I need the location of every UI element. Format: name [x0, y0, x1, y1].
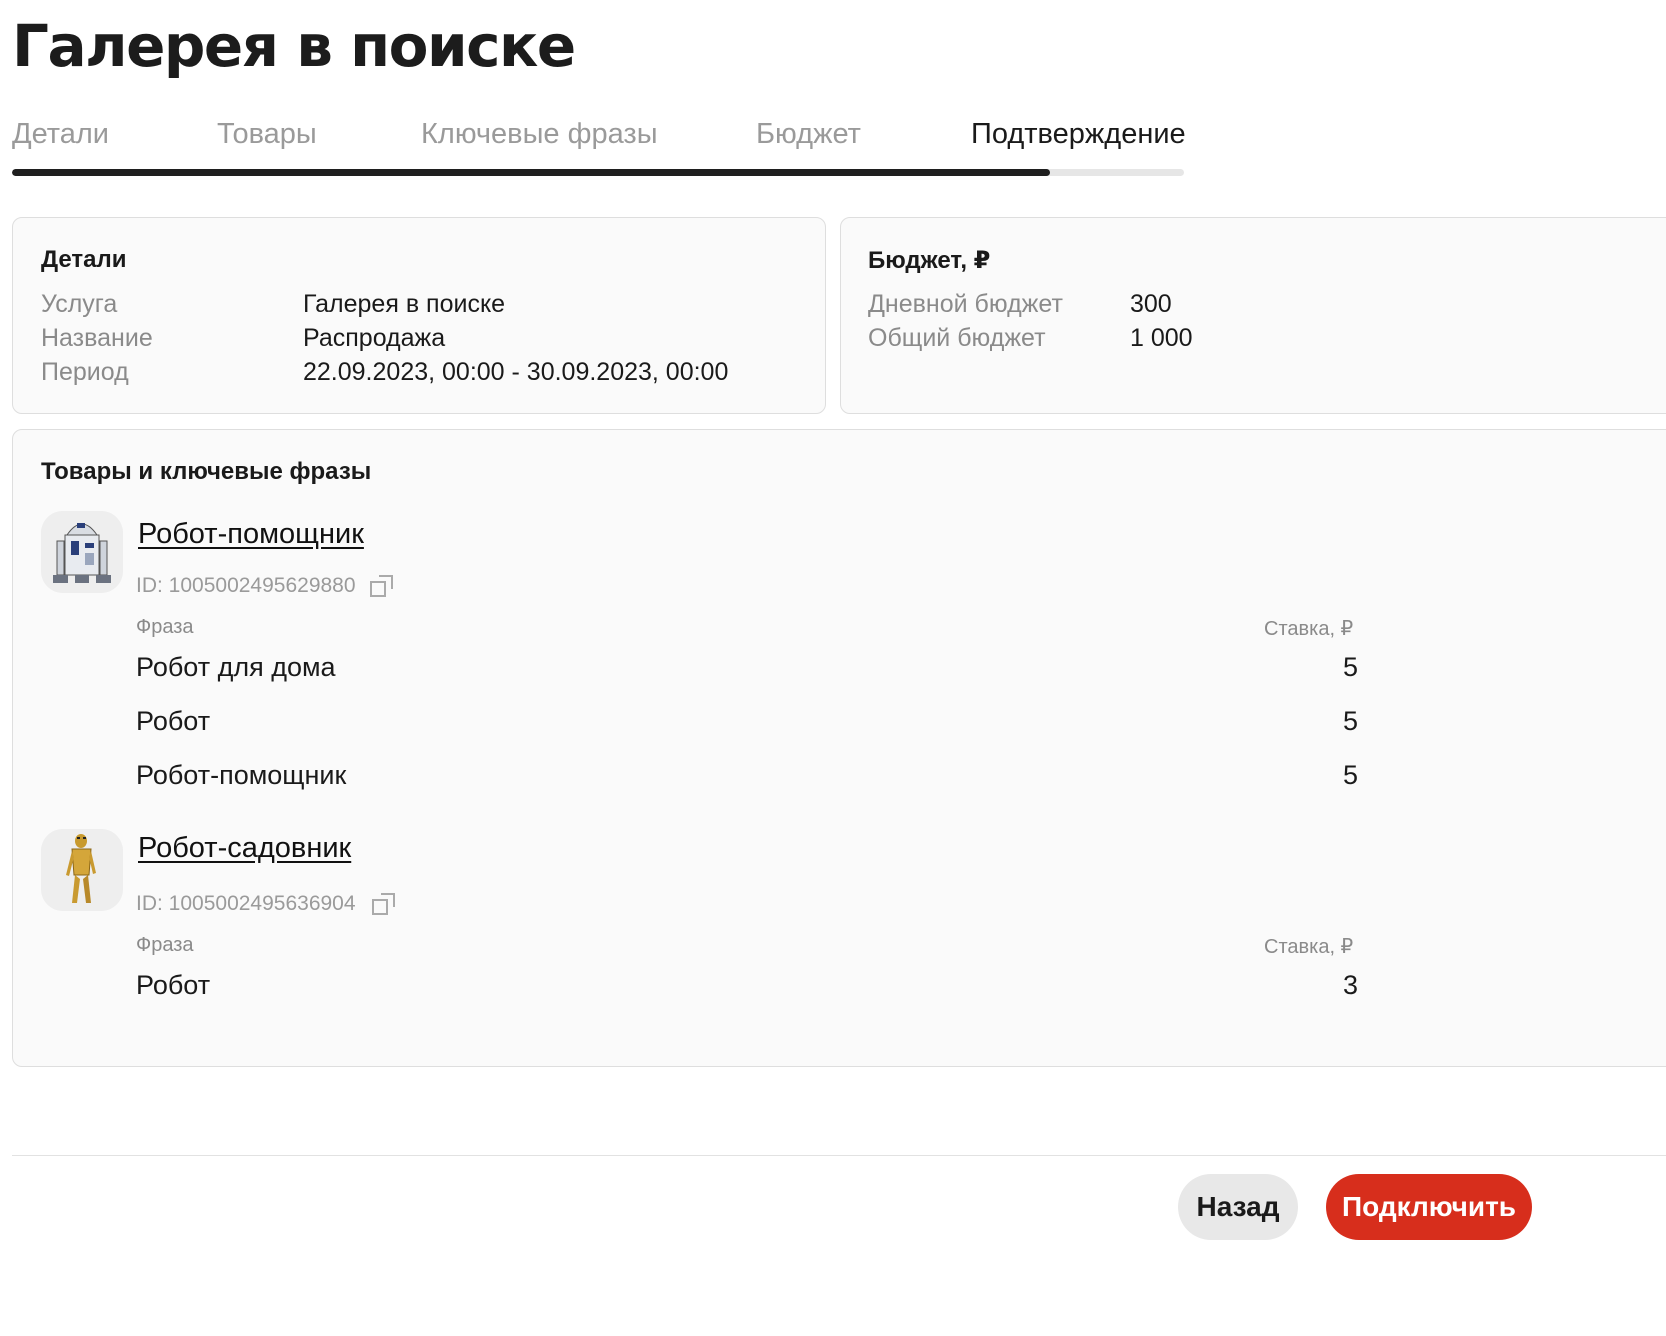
- budget-card-title: Бюджет, ₽: [868, 247, 991, 274]
- bid-column-header: Ставка, ₽: [1264, 618, 1354, 640]
- phrase-column-header: Фраза: [136, 616, 194, 638]
- phrase-text: Робот: [136, 706, 211, 736]
- product-name-link[interactable]: Робот-помощник: [138, 518, 364, 551]
- product-name-link[interactable]: Робот-садовник: [138, 832, 351, 865]
- r2d2-robot-image: [41, 511, 123, 593]
- service-value: Галерея в поиске: [303, 290, 506, 318]
- product-id: ID: 1005002495629880: [136, 574, 356, 597]
- tab-details[interactable]: Детали: [12, 118, 109, 151]
- product-id: ID: 1005002495636904: [136, 892, 356, 915]
- bid-value: 5: [1342, 760, 1358, 790]
- service-label: Услуга: [41, 290, 118, 318]
- copy-icon[interactable]: [369, 573, 395, 599]
- phrase-column-header: Фраза: [136, 934, 194, 956]
- tab-confirmation[interactable]: Подтверждение: [971, 118, 1186, 151]
- tab-keyphrases[interactable]: Ключевые фразы: [421, 118, 658, 151]
- copy-icon[interactable]: [371, 891, 397, 917]
- phrase-text: Робот-помощник: [136, 760, 347, 790]
- total-budget-value: 1 000: [1130, 324, 1193, 352]
- bid-value: 5: [1342, 706, 1358, 736]
- daily-budget-label: Дневной бюджет: [868, 290, 1063, 318]
- tab-products[interactable]: Товары: [217, 118, 317, 151]
- tab-budget[interactable]: Бюджет: [756, 118, 861, 151]
- period-value: 22.09.2023, 00:00 - 30.09.2023, 00:00: [303, 358, 729, 386]
- budget-card: Бюджет, ₽ Дневной бюджет 300 Общий бюдже…: [840, 217, 1666, 414]
- daily-budget-value: 300: [1130, 290, 1172, 318]
- phrase-text: Робот: [136, 970, 211, 1000]
- back-button[interactable]: Назад: [1178, 1174, 1298, 1240]
- name-value: Распродажа: [303, 324, 446, 352]
- connect-button[interactable]: Подключить: [1326, 1174, 1532, 1240]
- name-label: Название: [41, 324, 153, 352]
- products-card: Товары и ключевые фразы Робот-помощник I…: [12, 429, 1666, 1067]
- steps-progress-fill: [12, 169, 1051, 176]
- bid-value: 5: [1342, 652, 1358, 682]
- page-title: Галерея в поиске: [12, 12, 576, 80]
- footer-divider: [12, 1155, 1666, 1156]
- phrase-text: Робот для дома: [136, 652, 336, 682]
- total-budget-label: Общий бюджет: [868, 324, 1046, 352]
- bid-value: 3: [1342, 970, 1358, 1000]
- period-label: Период: [41, 358, 129, 386]
- steps-progress-bar: [12, 169, 1184, 176]
- bid-column-header: Ставка, ₽: [1264, 936, 1354, 958]
- c3po-robot-image: [41, 829, 123, 911]
- details-card: Детали Услуга Галерея в поиске Название …: [12, 217, 826, 414]
- products-card-title: Товары и ключевые фразы: [41, 458, 372, 485]
- details-card-title: Детали: [41, 246, 127, 273]
